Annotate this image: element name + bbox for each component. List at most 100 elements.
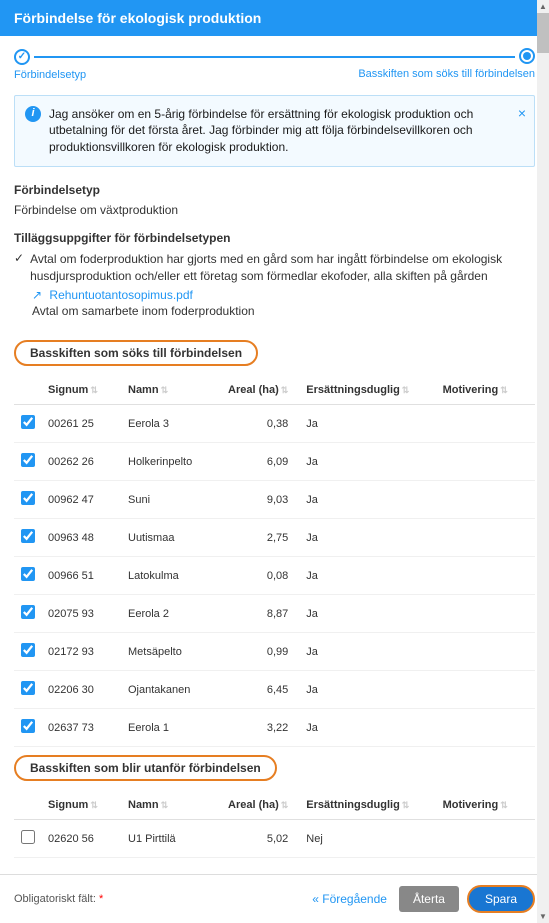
cell-mot — [415, 671, 535, 709]
row-checkbox[interactable] — [21, 529, 35, 543]
sort-icon: ⇅ — [90, 800, 98, 810]
table-row: 02620 56U1 Pirttilä5,02Nej — [14, 820, 535, 858]
table-row: 02637 73Eerola 13,22Ja — [14, 709, 535, 747]
table-header-row: Signum⇅ Namn⇅ Areal (ha)⇅ Ersättningsdug… — [14, 376, 535, 405]
cell-signum: 00966 51 — [42, 557, 122, 595]
stepper-line — [34, 56, 515, 58]
cell-signum: 02620 56 — [42, 820, 122, 858]
required-note: Obligatoriskt fält: * — [14, 893, 312, 905]
cell-mot — [415, 519, 535, 557]
step-1[interactable]: Förbindelsetyp — [14, 48, 358, 81]
row-checkbox[interactable] — [21, 605, 35, 619]
cell-mot — [415, 633, 535, 671]
col-ers[interactable]: Ersättningsduglig⇅ — [300, 376, 415, 405]
table-in: Signum⇅ Namn⇅ Areal (ha)⇅ Ersättningsdug… — [14, 376, 535, 747]
save-button[interactable]: Spara — [467, 885, 535, 913]
cell-signum: 02637 73 — [42, 709, 122, 747]
table-row: 00966 51Latokulma0,08Ja — [14, 557, 535, 595]
col-namn[interactable]: Namn⇅ — [122, 791, 222, 820]
revert-button[interactable]: Återta — [399, 886, 459, 912]
col-namn[interactable]: Namn⇅ — [122, 376, 222, 405]
sort-icon: ⇅ — [281, 800, 289, 810]
row-checkbox[interactable] — [21, 491, 35, 505]
row-checkbox[interactable] — [21, 681, 35, 695]
cell-ers: Ja — [300, 595, 415, 633]
cell-mot — [415, 557, 535, 595]
page-header: Förbindelse för ekologisk produktion — [0, 0, 549, 36]
col-mot[interactable]: Motivering⇅ — [415, 376, 535, 405]
cell-ers: Ja — [300, 709, 415, 747]
cell-areal: 3,22 — [222, 709, 300, 747]
cell-areal: 6,09 — [222, 443, 300, 481]
cell-namn: Ojantakanen — [122, 671, 222, 709]
row-checkbox[interactable] — [21, 643, 35, 657]
page-title: Förbindelse för ekologisk produktion — [14, 10, 261, 26]
type-value: Förbindelse om växtproduktion — [14, 203, 535, 217]
col-signum[interactable]: Signum⇅ — [42, 791, 122, 820]
cell-signum: 00962 47 — [42, 481, 122, 519]
stepper: Förbindelsetyp Basskiften som söks till … — [14, 48, 535, 81]
table-row: 02075 93Eerola 28,87Ja — [14, 595, 535, 633]
cell-ers: Ja — [300, 443, 415, 481]
cell-mot — [415, 595, 535, 633]
extra-item-2: Avtal om samarbete inom foderproduktion — [32, 304, 535, 318]
cell-areal: 6,45 — [222, 671, 300, 709]
col-mot[interactable]: Motivering⇅ — [415, 791, 535, 820]
cell-namn: U1 Pirttilä — [122, 820, 222, 858]
cell-signum: 00262 26 — [42, 443, 122, 481]
sort-icon: ⇅ — [281, 385, 289, 395]
cell-areal: 9,03 — [222, 481, 300, 519]
row-checkbox[interactable] — [21, 719, 35, 733]
step-2[interactable]: Basskiften som söks till förbindelsen — [358, 48, 535, 80]
previous-link[interactable]: « Föregående — [312, 892, 387, 906]
cell-ers: Ja — [300, 557, 415, 595]
col-check — [14, 791, 42, 820]
attachment-row: ↗ Rehuntuotantosopimus.pdf — [32, 288, 535, 302]
scrollbar[interactable]: ▲ ▼ — [537, 0, 549, 923]
info-text: Jag ansöker om en 5-årig förbindelse för… — [49, 107, 473, 155]
scroll-thumb[interactable] — [537, 13, 549, 53]
table-row: 00962 47Suni9,03Ja — [14, 481, 535, 519]
col-areal[interactable]: Areal (ha)⇅ — [222, 376, 300, 405]
table-row: 00262 26Holkerinpelto6,09Ja — [14, 443, 535, 481]
cell-mot — [415, 405, 535, 443]
cell-signum: 02075 93 — [42, 595, 122, 633]
row-checkbox[interactable] — [21, 830, 35, 844]
sort-icon: ⇅ — [161, 385, 169, 395]
sort-icon: ⇅ — [161, 800, 169, 810]
col-areal[interactable]: Areal (ha)⇅ — [222, 791, 300, 820]
cell-namn: Latokulma — [122, 557, 222, 595]
sort-icon: ⇅ — [402, 800, 410, 810]
info-icon: i — [25, 106, 41, 122]
close-icon[interactable]: × — [518, 104, 526, 124]
extra-heading: Tilläggsuppgifter för förbindelsetypen — [14, 231, 535, 245]
asterisk-icon: * — [99, 893, 103, 905]
sort-icon: ⇅ — [500, 800, 508, 810]
sort-icon: ⇅ — [90, 385, 98, 395]
row-checkbox[interactable] — [21, 453, 35, 467]
attachment-link[interactable]: Rehuntuotantosopimus.pdf — [49, 288, 192, 302]
footer: Obligatoriskt fält: * « Föregående Återt… — [0, 874, 549, 923]
step-2-label: Basskiften som söks till förbindelsen — [358, 68, 535, 80]
table-row: 00963 48Uutismaa2,75Ja — [14, 519, 535, 557]
cell-signum: 02172 93 — [42, 633, 122, 671]
cell-areal: 5,02 — [222, 820, 300, 858]
cell-areal: 8,87 — [222, 595, 300, 633]
sort-icon: ⇅ — [500, 385, 508, 395]
scroll-up-icon[interactable]: ▲ — [537, 0, 549, 13]
sort-icon: ⇅ — [402, 385, 410, 395]
cell-namn: Suni — [122, 481, 222, 519]
checkmark-icon: ✓ — [14, 251, 24, 267]
cell-mot — [415, 481, 535, 519]
row-checkbox[interactable] — [21, 415, 35, 429]
row-checkbox[interactable] — [21, 567, 35, 581]
col-signum[interactable]: Signum⇅ — [42, 376, 122, 405]
step-active-icon — [519, 48, 535, 64]
cell-ers: Ja — [300, 405, 415, 443]
cell-mot — [415, 709, 535, 747]
scroll-down-icon[interactable]: ▼ — [537, 910, 549, 923]
table-row: 00261 25Eerola 30,38Ja — [14, 405, 535, 443]
cell-namn: Holkerinpelto — [122, 443, 222, 481]
external-link-icon: ↗ — [32, 288, 42, 302]
col-ers[interactable]: Ersättningsduglig⇅ — [300, 791, 415, 820]
